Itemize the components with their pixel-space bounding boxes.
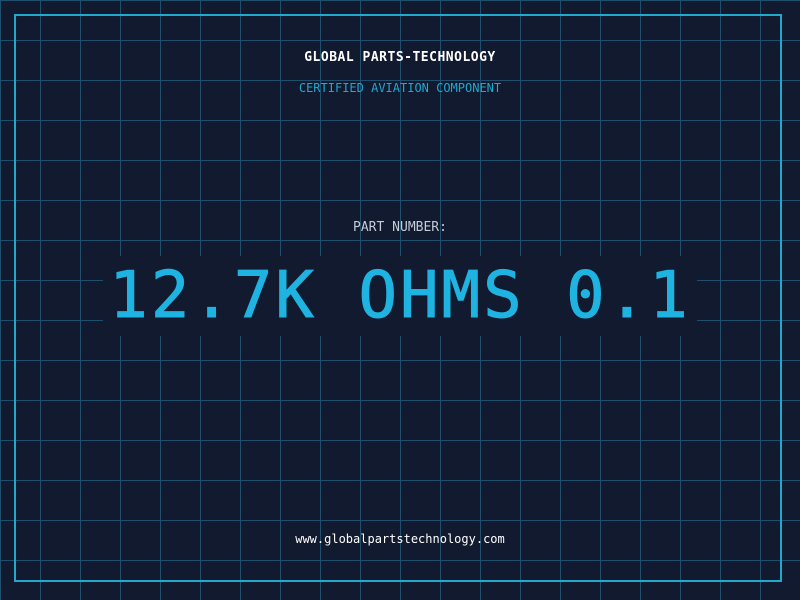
part-number-label: PART NUMBER: <box>353 220 447 235</box>
tagline: CERTIFIED AVIATION COMPONENT <box>298 81 502 95</box>
brand-title: GLOBAL PARTS-TECHNOLOGY <box>304 50 496 65</box>
website-link[interactable]: www.globalpartstechnology.com <box>0 531 800 547</box>
part-number-value: 12.7K OHMS 0.1 <box>103 256 697 336</box>
part-number-container: 12.7K OHMS 0.1 <box>0 256 800 336</box>
